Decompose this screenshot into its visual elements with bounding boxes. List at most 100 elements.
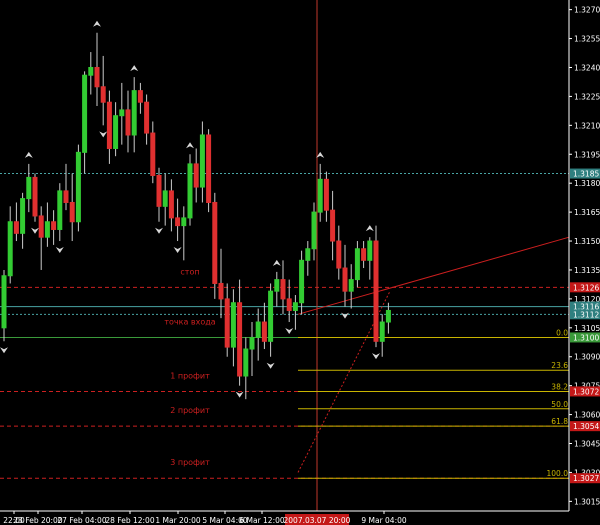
fractal-down-icon (341, 312, 349, 319)
y-tick-label: 1.3255 (574, 35, 600, 44)
candle-body (119, 109, 125, 117)
candle-body (268, 290, 274, 342)
candle-body (379, 321, 385, 342)
fractal-down-icon (372, 353, 380, 360)
candle-body (106, 101, 112, 149)
fractal-up-icon (93, 20, 101, 27)
candle-body (243, 348, 249, 377)
candle-body (311, 211, 317, 250)
candle-body (175, 217, 181, 227)
y-tick-label: 1.3180 (574, 179, 600, 188)
y-tick-label: 1.3270 (574, 6, 600, 15)
candle-body (255, 321, 261, 338)
candle-body (150, 132, 156, 176)
price-chart: 0.0 23.6 38.2 50.0 61.8 100.0 стоп точка входа… (0, 0, 600, 525)
candle-body (193, 163, 199, 188)
price-tag-label: 1.3185 (573, 170, 599, 179)
candle-body (88, 66, 94, 76)
candle-body (168, 190, 174, 219)
candle-body (261, 321, 267, 342)
candle-body (230, 302, 236, 348)
candle-body (317, 178, 323, 213)
fractal-down-icon (99, 131, 108, 138)
price-tag-label: 1.3054 (573, 422, 599, 431)
level-caption: 3 профит (170, 458, 210, 467)
y-tick-label: 1.3105 (574, 324, 600, 333)
fractal-down-icon (0, 347, 8, 354)
price-tag-label: 1.3126 (573, 283, 599, 292)
crosshair-time-label: 2007.03.07 20:00 (284, 516, 351, 525)
fibo-label: 23.6 (551, 361, 568, 370)
fractal-up-icon (186, 142, 194, 149)
y-tick-label: 1.3195 (574, 150, 600, 159)
candle-body (26, 176, 32, 200)
y-tick-label: 1.3060 (574, 411, 600, 420)
candle-body (51, 221, 57, 230)
candle-body (144, 101, 150, 134)
candle-body (181, 217, 187, 227)
y-tick-label: 1.3135 (574, 266, 600, 275)
fractal-down-icon (55, 247, 64, 254)
candle-body (69, 201, 75, 223)
level-caption: стоп (180, 267, 199, 276)
fibo-label: 100.0 (547, 469, 569, 478)
candle-body (354, 248, 360, 281)
candle-body (113, 115, 119, 149)
candle-body (162, 190, 168, 207)
candle-body (212, 201, 218, 284)
candle-body (125, 109, 131, 136)
fibo-label: 50.0 (551, 400, 568, 409)
candle-body (286, 298, 292, 311)
candle-body (1, 275, 7, 329)
fractal-down-icon (173, 247, 182, 254)
y-tick-label: 1.3225 (574, 92, 600, 101)
candles-layer (1, 32, 391, 400)
candle-body (305, 248, 311, 261)
candle-body (218, 282, 224, 300)
x-tick-label: 23 Feb 20:00 (13, 516, 62, 525)
y-tick-label: 1.3150 (574, 237, 600, 246)
candle-body (280, 279, 286, 300)
fibo-label: 0.0 (556, 328, 568, 337)
candle-body (292, 302, 298, 311)
candle-body (274, 279, 280, 292)
fibo-label: 61.8 (551, 417, 568, 426)
candle-body (342, 267, 348, 292)
x-tick-label: 1 Mar 20:00 (155, 516, 201, 525)
level-captions: стоп точка входа 1 профит 2 профит 3 профит (164, 267, 215, 467)
fibo-label: 38.2 (551, 382, 568, 391)
price-tag-label: 1.3100 (573, 333, 599, 342)
candle-body (156, 174, 162, 207)
candle-body (249, 336, 255, 350)
candle-body (13, 221, 19, 234)
candle-body (323, 178, 329, 211)
fractal-up-icon (365, 225, 374, 232)
candle-body (348, 279, 354, 292)
y-tick-label: 1.3210 (574, 121, 600, 130)
level-caption: точка входа (164, 317, 215, 326)
candle-body (237, 302, 243, 377)
y-tick-label: 1.3090 (574, 353, 600, 362)
fractal-down-icon (266, 362, 275, 369)
x-tick-label: 28 Feb 12:00 (105, 516, 154, 525)
candle-body (100, 86, 106, 103)
candle-body (7, 221, 13, 277)
candle-body (367, 240, 373, 261)
y-tick-label: 1.3045 (574, 440, 600, 449)
fractal-up-icon (24, 151, 33, 158)
candle-body (75, 151, 81, 223)
fibonacci-levels: 0.0 23.6 38.2 50.0 61.8 100.0 (298, 328, 569, 479)
level-caption: 2 профит (170, 406, 210, 415)
fractal-down-icon (285, 328, 294, 335)
fractal-down-icon (235, 391, 244, 398)
price-tag-label: 1.3112 (573, 310, 599, 319)
price-tag-label: 1.3027 (573, 474, 599, 483)
candle-body (385, 309, 391, 323)
candle-body (82, 74, 88, 153)
fractal-up-icon (130, 65, 139, 72)
candle-body (20, 198, 26, 234)
fractal-up-icon (272, 259, 281, 266)
candle-body (38, 215, 44, 238)
candle-body (373, 240, 379, 342)
candle-body (199, 134, 205, 188)
